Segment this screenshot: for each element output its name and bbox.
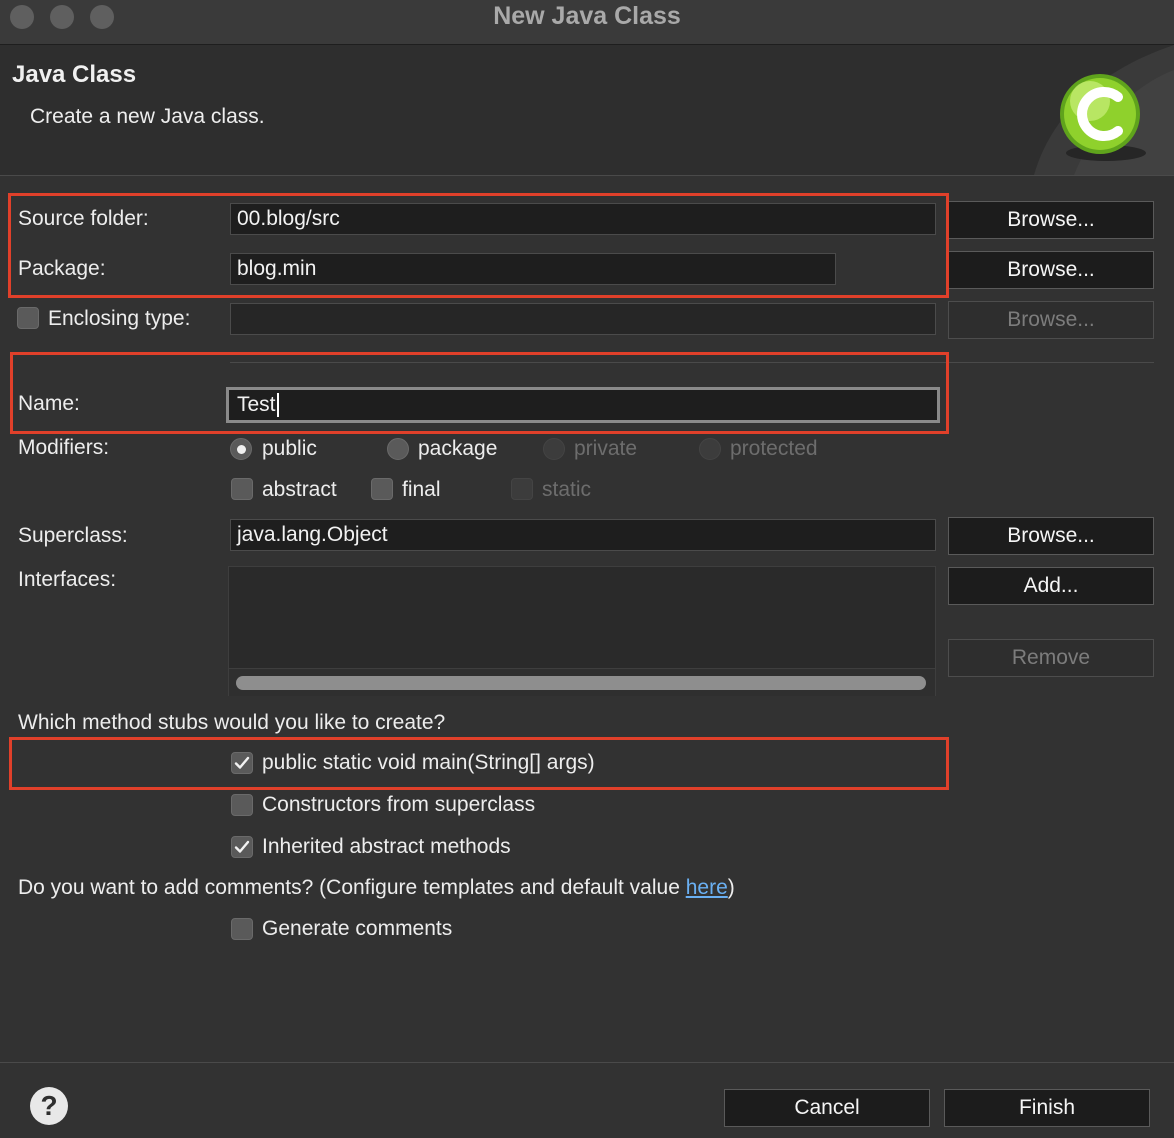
- superclass-label: Superclass:: [18, 524, 128, 547]
- comments-question: Do you want to add comments? (Configure …: [18, 876, 735, 900]
- interfaces-label: Interfaces:: [18, 568, 117, 591]
- superclass-browse-button[interactable]: Browse...: [948, 517, 1154, 555]
- inherited-methods-label: Inherited abstract methods: [262, 835, 511, 858]
- package-browse-button[interactable]: Browse...: [948, 251, 1154, 289]
- final-label: final: [402, 478, 441, 501]
- enclosing-type-label: Enclosing type:: [48, 307, 191, 330]
- enclosing-type-checkbox[interactable]: [17, 307, 39, 329]
- generate-comments-checkbox[interactable]: [231, 918, 253, 940]
- checkmark-icon: [234, 840, 250, 853]
- package-label: Package:: [18, 257, 106, 280]
- radio-public[interactable]: [230, 438, 252, 460]
- add-interface-button[interactable]: Add...: [948, 567, 1154, 605]
- superclass-field[interactable]: java.lang.Object: [230, 519, 936, 551]
- remove-interface-button[interactable]: Remove: [948, 639, 1154, 677]
- final-checkbox[interactable]: [371, 478, 393, 500]
- main-method-checkbox[interactable]: [231, 752, 253, 774]
- name-label: Name:: [18, 392, 80, 415]
- checkmark-icon: [234, 756, 250, 769]
- name-value: Test: [237, 393, 276, 416]
- radio-protected-label: protected: [730, 437, 818, 460]
- modifiers-label: Modifiers:: [18, 436, 110, 459]
- constructors-label: Constructors from superclass: [262, 793, 536, 816]
- generate-comments-label: Generate comments: [262, 917, 453, 940]
- interfaces-scrollbar-thumb[interactable]: [236, 676, 926, 690]
- wizard-header: Java Class Create a new Java class.: [0, 45, 1174, 176]
- static-checkbox[interactable]: [511, 478, 533, 500]
- abstract-checkbox[interactable]: [231, 478, 253, 500]
- page-title: Java Class: [12, 61, 137, 88]
- radio-package[interactable]: [387, 438, 409, 460]
- radio-public-label: public: [262, 437, 317, 460]
- text-caret: [276, 393, 279, 418]
- method-stubs-question: Which method stubs would you like to cre…: [18, 711, 446, 734]
- radio-selected-dot: [236, 444, 246, 454]
- source-folder-label: Source folder:: [18, 207, 149, 230]
- java-class-icon: [1034, 45, 1174, 175]
- window-title: New Java Class: [493, 2, 681, 30]
- enclosing-type-browse-button[interactable]: Browse...: [948, 301, 1154, 339]
- footer-separator: [0, 1062, 1174, 1063]
- separator: [230, 362, 1154, 363]
- name-field[interactable]: Test: [226, 387, 940, 423]
- comments-question-suffix: ): [727, 876, 735, 899]
- finish-button[interactable]: Finish: [944, 1089, 1150, 1127]
- enclosing-type-field[interactable]: [230, 303, 936, 335]
- constructors-checkbox[interactable]: [231, 794, 253, 816]
- radio-private[interactable]: [543, 438, 565, 460]
- abstract-label: abstract: [262, 478, 337, 501]
- comments-question-text: Do you want to add comments? (Configure …: [18, 876, 686, 899]
- page-description: Create a new Java class.: [30, 105, 265, 128]
- package-field[interactable]: blog.min: [230, 253, 836, 285]
- inherited-methods-checkbox[interactable]: [231, 836, 253, 858]
- source-folder-field[interactable]: 00.blog/src: [230, 203, 936, 235]
- radio-protected[interactable]: [699, 438, 721, 460]
- source-folder-browse-button[interactable]: Browse...: [948, 201, 1154, 239]
- static-label: static: [542, 478, 592, 501]
- cancel-button[interactable]: Cancel: [724, 1089, 930, 1127]
- radio-package-label: package: [418, 437, 498, 460]
- title-bar: New Java Class: [0, 0, 1174, 45]
- templates-link[interactable]: here: [686, 876, 728, 899]
- main-method-label: public static void main(String[] args): [262, 751, 595, 774]
- help-button[interactable]: ?: [30, 1087, 68, 1125]
- radio-private-label: private: [574, 437, 638, 460]
